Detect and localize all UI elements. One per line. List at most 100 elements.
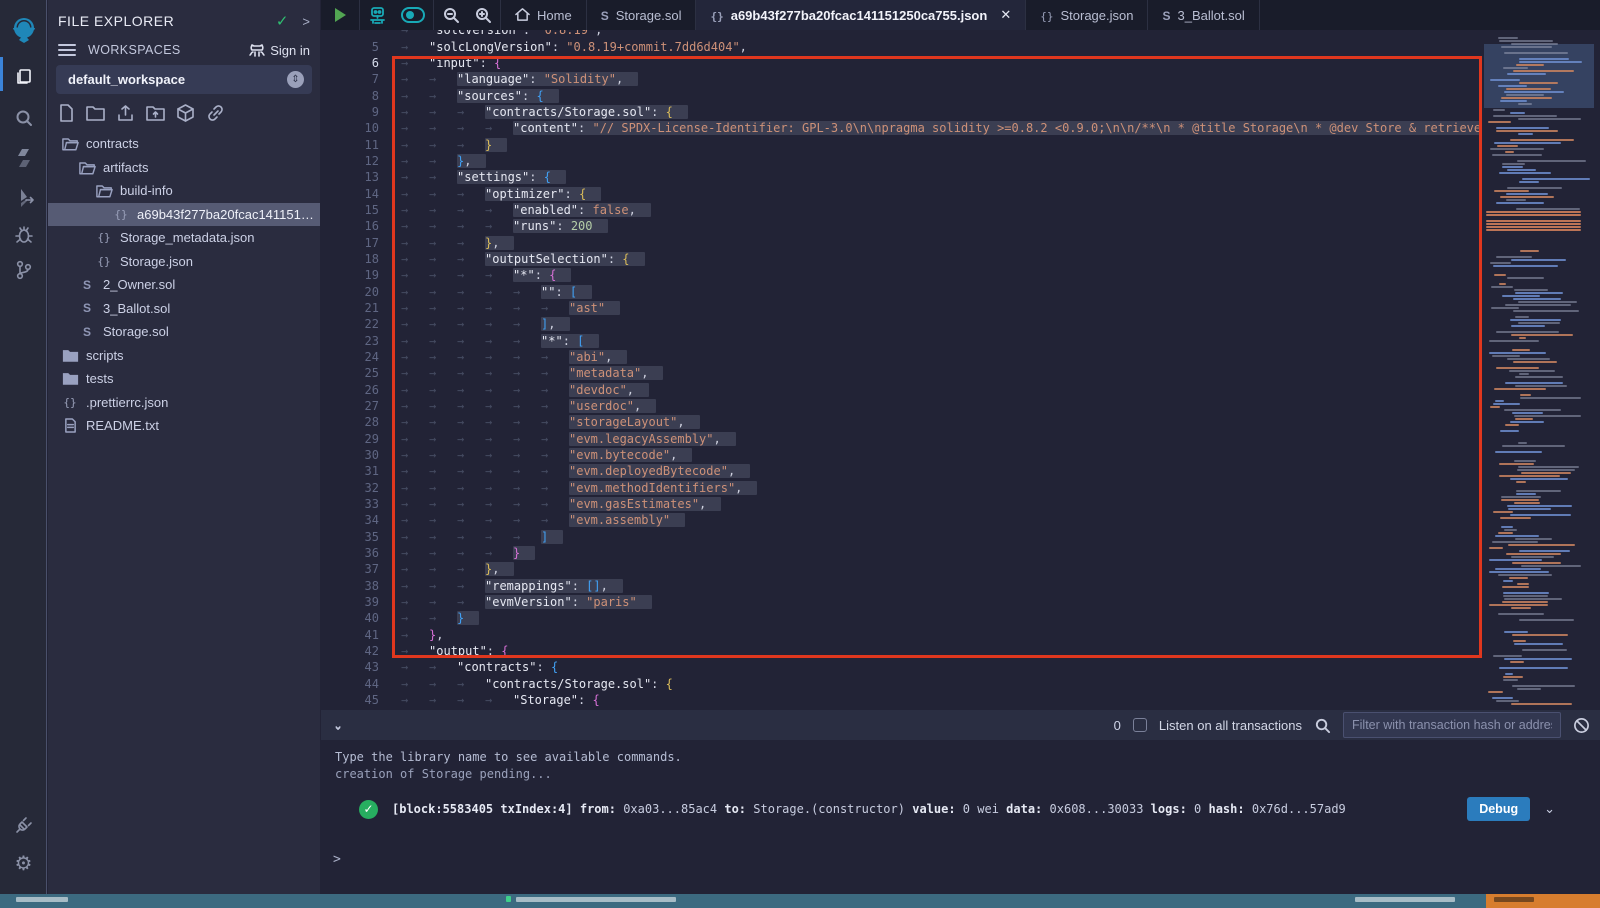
new-file-icon[interactable] <box>58 104 75 123</box>
tree-item-contracts[interactable]: contracts <box>48 132 320 156</box>
indent-guide: → <box>457 333 485 349</box>
tree-item-scripts[interactable]: scripts <box>48 344 320 368</box>
minimap-line <box>1511 607 1532 609</box>
file-explorer-icon[interactable] <box>0 57 47 97</box>
indent-guide: → <box>457 594 485 610</box>
tree-item-label: scripts <box>86 348 124 363</box>
tab-storage-json[interactable]: {}Storage.json <box>1026 0 1148 30</box>
indent-guide: → <box>457 463 485 479</box>
tab-a69b43f277ba20fcac141151250ca755-json[interactable]: {}a69b43f277ba20fcac141151250ca755.json✕ <box>696 0 1026 30</box>
zoom-in-icon[interactable] <box>474 6 492 24</box>
zoom-out-icon[interactable] <box>442 6 460 24</box>
indent-guide: → <box>541 463 569 479</box>
code-line-39: →→→"evmVersion": "paris" <box>401 594 652 610</box>
tree-item--prettierrc-json[interactable]: {}.prettierrc.json <box>48 391 320 415</box>
minimap-line <box>1511 259 1566 261</box>
tree-item-build-info[interactable]: build-info <box>48 179 320 203</box>
minimap-line <box>1496 331 1559 333</box>
settings-icon[interactable]: ⚙ <box>0 843 47 883</box>
minimap-line <box>1506 94 1544 96</box>
chevron-right-icon[interactable]: > <box>302 14 310 29</box>
debugger-icon[interactable] <box>0 214 47 254</box>
minimap-line <box>1517 583 1529 585</box>
minimap-line <box>1514 502 1539 504</box>
tab-home[interactable]: Home <box>501 0 587 30</box>
workspace-select[interactable]: default_workspace ⇕ <box>56 65 312 94</box>
minimap-line <box>1504 631 1528 633</box>
open-tabs: HomeSStorage.sol{}a69b43f277ba20fcac1411… <box>501 0 1600 30</box>
indent-guide: → <box>457 267 485 283</box>
tree-item-storage-sol[interactable]: SStorage.sol <box>48 320 320 344</box>
indent-guide: → <box>541 300 569 316</box>
status-alert-segment[interactable] <box>1486 894 1600 908</box>
remixd-icon[interactable] <box>368 6 387 25</box>
indent-guide: → <box>401 676 429 692</box>
indent-guide: → <box>457 300 485 316</box>
selection-highlight: "evm.methodIdentifiers", <box>569 481 757 495</box>
tree-item-label: artifacts <box>103 160 149 175</box>
plugin-manager-icon[interactable] <box>0 805 47 845</box>
indent-guide: → <box>429 120 457 136</box>
tree-item-3-ballot-sol[interactable]: S3_Ballot.sol <box>48 297 320 321</box>
link-icon[interactable] <box>206 104 225 123</box>
collapse-terminal-icon[interactable]: ⌄⌄ <box>333 723 343 728</box>
workspaces-row: WORKSPACES Sign in <box>58 40 310 60</box>
minimap-line <box>1490 148 1545 150</box>
indent-guide: → <box>429 463 457 479</box>
new-folder-icon[interactable] <box>86 104 105 123</box>
code-content[interactable]: →"solcVersion": "0.8.19",→"solcLongVersi… <box>321 30 1482 710</box>
indent-guide: → <box>429 218 457 234</box>
tree-item-tests[interactable]: tests <box>48 367 320 391</box>
deploy-and-run-icon[interactable] <box>0 178 47 218</box>
close-tab-icon[interactable]: ✕ <box>1000 7 1011 23</box>
remix-logo[interactable] <box>0 8 47 50</box>
transaction-log-row[interactable]: ✓ [block:5583405 txIndex:4] from: 0xa03.… <box>359 795 1559 823</box>
status-text-fragment <box>16 897 68 902</box>
transaction-filter-input[interactable] <box>1343 712 1561 738</box>
minimap-line <box>1515 376 1563 378</box>
code-line-31: →→→→→→"evm.deployedBytecode", <box>401 463 750 479</box>
clear-console-icon[interactable] <box>1573 717 1590 734</box>
terminal-prompt[interactable]: > <box>333 852 341 867</box>
indent-guide: → <box>541 365 569 381</box>
indent-guide: → <box>513 284 541 300</box>
run-script-button[interactable] <box>333 7 347 23</box>
tab-icon: S <box>601 8 609 23</box>
expand-transaction-icon[interactable]: ⌄ <box>1544 801 1555 817</box>
code-editor[interactable]: 5678910111213141516171819202122232425262… <box>321 30 1600 710</box>
minimap-line <box>1495 535 1540 537</box>
tree-item-artifacts[interactable]: artifacts <box>48 156 320 180</box>
minimap-line <box>1489 547 1502 549</box>
hamburger-menu-icon[interactable] <box>58 41 76 59</box>
listen-checkbox[interactable] <box>1133 718 1147 732</box>
indent-guide: → <box>457 414 485 430</box>
indent-guide: → <box>429 676 457 692</box>
toggle-icon[interactable] <box>401 7 425 23</box>
terminal-search-icon[interactable] <box>1314 717 1331 734</box>
indent-guide: → <box>401 594 429 610</box>
tree-item-storage-json[interactable]: {}Storage.json <box>48 250 320 274</box>
tree-item-a69b43f277ba20fcac141151250ca7-[interactable]: {}a69b43f277ba20fcac141151250ca7... <box>48 203 320 227</box>
github-sign-in[interactable]: Sign in <box>249 43 310 58</box>
indent-guide: → <box>457 120 485 136</box>
indent-guide: → <box>401 382 429 398</box>
debug-button[interactable]: Debug <box>1467 797 1530 821</box>
minimap-line <box>1509 577 1528 579</box>
tree-item-2-owner-sol[interactable]: S2_Owner.sol <box>48 273 320 297</box>
solidity-compiler-icon[interactable] <box>0 138 47 178</box>
selection-highlight: } <box>485 138 507 152</box>
terminal-output[interactable]: Type the library name to see available c… <box>321 740 1600 894</box>
upload-folder-icon[interactable] <box>146 104 165 123</box>
json-icon: {} <box>61 396 79 409</box>
code-line-25: →→→→→→"metadata", <box>401 365 663 381</box>
tree-item-storage-metadata-json[interactable]: {}Storage_metadata.json <box>48 226 320 250</box>
tab-storage-sol[interactable]: SStorage.sol <box>587 0 697 30</box>
git-icon[interactable] <box>0 250 47 290</box>
search-icon[interactable] <box>0 98 47 138</box>
tree-item-readme-txt[interactable]: README.txt <box>48 414 320 438</box>
minimap[interactable] <box>1484 30 1594 710</box>
ipfs-box-icon[interactable] <box>176 104 195 123</box>
upload-file-icon[interactable] <box>116 104 135 123</box>
selection-highlight: "outputSelection": { <box>485 252 645 266</box>
tab-3-ballot-sol[interactable]: S3_Ballot.sol <box>1148 0 1259 30</box>
